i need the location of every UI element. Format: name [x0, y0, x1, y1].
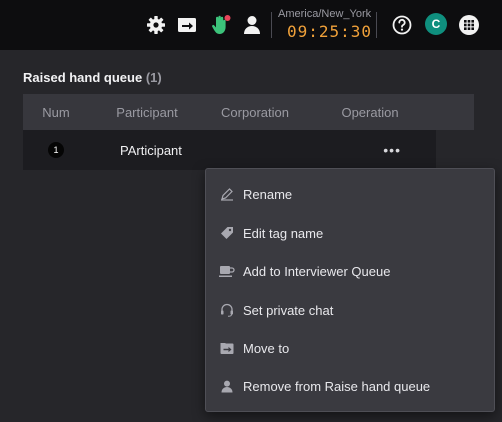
menu-item-edit-tag-name[interactable]: Edit tag name [206, 216, 494, 250]
avatar[interactable]: C [425, 13, 447, 35]
pencil-icon [219, 186, 235, 202]
table-header: Num Participant Corporation Operation [23, 94, 474, 130]
timezone-label: America/New_York [278, 8, 372, 20]
column-header-num: Num [42, 104, 70, 120]
toolbar-divider [271, 12, 272, 38]
menu-item-label: Move to [243, 340, 290, 356]
clock-display: 09:25:30 [287, 22, 373, 41]
column-header-operation: Operation [341, 104, 399, 120]
tag-icon [219, 225, 235, 241]
menu-item-label: Rename [243, 186, 293, 202]
gear-icon[interactable] [145, 14, 167, 36]
help-icon[interactable] [391, 14, 413, 36]
cup-icon [219, 263, 235, 279]
menu-item-label: Remove from Raise hand queue [243, 378, 431, 394]
top-toolbar: America/New_York 09:25:30 C [0, 0, 502, 50]
menu-item-set-private-chat[interactable]: Set private chat [206, 293, 494, 327]
move-icon[interactable] [176, 14, 198, 36]
column-header-participant: Participant [116, 104, 178, 120]
headset-icon [219, 302, 235, 318]
panel-title-text: Raised hand queue [23, 70, 143, 85]
raised-hand-table: Num Participant Corporation Operation 1 … [23, 94, 474, 170]
menu-item-label: Set private chat [243, 302, 334, 318]
participant-name: PArticipant [120, 142, 182, 158]
table-row[interactable]: 1 PArticipant ••• [23, 130, 436, 170]
queue-count: (1) [145, 70, 162, 85]
panel-title: Raised hand queue (1) [23, 70, 162, 85]
menu-item-add-to-interviewer-queue[interactable]: Add to Interviewer Queue [206, 254, 494, 288]
move-icon [219, 340, 235, 356]
row-number-badge: 1 [48, 142, 64, 158]
row-context-menu: Rename Edit tag name Add to Interviewer … [205, 168, 495, 412]
grid-icon[interactable] [457, 13, 481, 37]
more-actions-icon[interactable]: ••• [383, 142, 401, 158]
person-icon [219, 378, 235, 394]
menu-item-label: Edit tag name [243, 225, 324, 241]
person-icon[interactable] [242, 14, 262, 36]
toolbar-divider [376, 12, 377, 38]
menu-item-remove-from-raise-hand-queue[interactable]: Remove from Raise hand queue [206, 369, 494, 403]
column-header-corporation: Corporation [221, 104, 289, 120]
menu-item-move-to[interactable]: Move to [206, 331, 494, 365]
menu-item-rename[interactable]: Rename [206, 177, 494, 211]
menu-item-label: Add to Interviewer Queue [243, 263, 391, 279]
raised-hand-icon[interactable] [209, 13, 233, 37]
